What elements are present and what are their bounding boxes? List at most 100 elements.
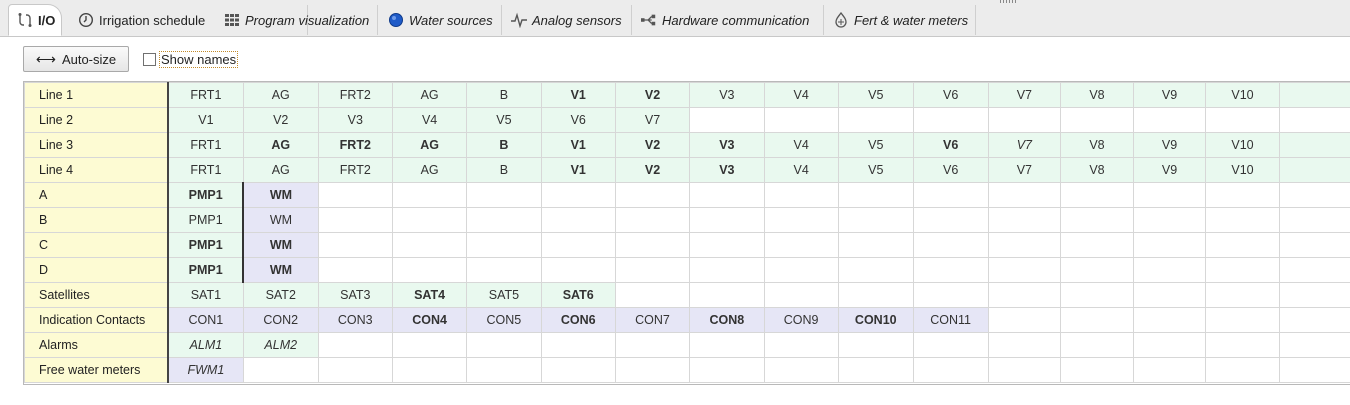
show-names-box[interactable]: [143, 52, 156, 66]
grid-cell[interactable]: V8: [1060, 157, 1134, 183]
grid-cell-empty: [540, 232, 616, 258]
grid-cell[interactable]: SAT2: [242, 282, 319, 308]
grid-cell[interactable]: CON3: [317, 307, 393, 333]
grid-cell[interactable]: V4: [391, 107, 468, 133]
grid-cell[interactable]: V8: [1060, 132, 1134, 158]
grid-cell[interactable]: V6: [912, 157, 989, 183]
grid-cell[interactable]: FRT1: [167, 82, 244, 108]
grid-cell[interactable]: V3: [689, 82, 765, 108]
grid-cell[interactable]: V4: [763, 132, 839, 158]
grid-cell[interactable]: CON11: [912, 307, 989, 333]
grid-cell[interactable]: CON8: [689, 307, 765, 333]
grid-cell[interactable]: V4: [763, 157, 839, 183]
grid-cell[interactable]: CON5: [466, 307, 542, 333]
grid-cell[interactable]: V1: [540, 82, 616, 108]
grid-cell[interactable]: ALM2: [242, 332, 319, 358]
grid-cell[interactable]: FWM1: [167, 357, 244, 383]
auto-size-button[interactable]: ⟷ Auto-size: [23, 46, 129, 72]
grid-cell[interactable]: SAT4: [391, 282, 468, 308]
grid-cell[interactable]: V10: [1205, 82, 1280, 108]
grid-cell-empty: [837, 282, 914, 308]
grid-cell[interactable]: V5: [837, 132, 914, 158]
grid-cell[interactable]: WM: [242, 257, 319, 283]
tab-label: Analog sensors: [532, 12, 622, 28]
grid-cell[interactable]: WM: [242, 207, 319, 233]
grid-cell[interactable]: WM: [242, 232, 319, 258]
tab-program-visualization[interactable]: Program visualization: [216, 5, 378, 35]
io-grid: Line 1 FRT1 AG FRT2 AG B V1 V2 V3 V4 V5 V6 V7 V8 V9 V10…: [23, 81, 1350, 385]
grid-cell[interactable]: V8: [1060, 82, 1134, 108]
grid-cell[interactable]: V2: [614, 82, 691, 108]
grid-cell[interactable]: V1: [167, 107, 244, 133]
network-icon: [641, 12, 657, 28]
grid-cell[interactable]: V10: [1205, 132, 1280, 158]
grid-cell[interactable]: V9: [1132, 132, 1207, 158]
grid-cell[interactable]: AG: [242, 132, 319, 158]
grid-cell[interactable]: ALM1: [167, 332, 244, 358]
grid-cell[interactable]: V9: [1132, 157, 1207, 183]
grid-cell[interactable]: V7: [614, 107, 691, 133]
grid-cell[interactable]: FRT2: [317, 132, 393, 158]
grid-cell[interactable]: PMP1: [167, 257, 244, 283]
grid-cell[interactable]: V5: [466, 107, 542, 133]
grid-cell[interactable]: SAT1: [167, 282, 244, 308]
grid-cell[interactable]: PMP1: [167, 182, 244, 208]
grid-cell[interactable]: V3: [689, 157, 765, 183]
tab-fert-water-meters[interactable]: Fert & water meters: [825, 5, 976, 35]
tab-i-o[interactable]: I/O: [8, 4, 62, 36]
grid-cell[interactable]: V1: [540, 157, 616, 183]
grid-cell[interactable]: B: [466, 157, 542, 183]
grid-cell-empty: [614, 182, 691, 208]
grid-cell[interactable]: V3: [689, 132, 765, 158]
grid-cell[interactable]: CON10: [837, 307, 914, 333]
grid-cell[interactable]: CON2: [242, 307, 319, 333]
grid-cell[interactable]: AG: [242, 157, 319, 183]
grid-cell[interactable]: V7: [987, 82, 1062, 108]
grid-cell[interactable]: AG: [242, 82, 319, 108]
grid-cell[interactable]: PMP1: [167, 207, 244, 233]
tab-label: Program visualization: [245, 12, 370, 28]
grid-cell[interactable]: V2: [614, 132, 691, 158]
grid-cell[interactable]: PMP1: [167, 232, 244, 258]
grid-cell[interactable]: SAT3: [317, 282, 393, 308]
grid-cell[interactable]: V1: [540, 132, 616, 158]
grid-cell[interactable]: V3: [317, 107, 393, 133]
grid-cell[interactable]: AG: [391, 157, 468, 183]
grid-cell[interactable]: WM: [242, 182, 319, 208]
grid-cell[interactable]: SAT5: [466, 282, 542, 308]
tab-analog-sensors[interactable]: Analog sensors: [503, 5, 632, 35]
grid-cell[interactable]: V2: [242, 107, 319, 133]
grid-cell[interactable]: V6: [912, 82, 989, 108]
grid-cell[interactable]: AG: [391, 82, 468, 108]
grid-cell[interactable]: FRT2: [317, 82, 393, 108]
grid-cell[interactable]: V2: [614, 157, 691, 183]
grid-cell[interactable]: V9: [1132, 82, 1207, 108]
grid-cell[interactable]: V4: [763, 82, 839, 108]
grid-cell[interactable]: FRT2: [317, 157, 393, 183]
grid-cell[interactable]: V6: [912, 132, 989, 158]
grid-cell[interactable]: CON1: [167, 307, 244, 333]
grid-cell[interactable]: V7: [987, 132, 1062, 158]
grid-cell[interactable]: V6: [540, 107, 616, 133]
grid-cell[interactable]: CON9: [763, 307, 839, 333]
show-names-checkbox[interactable]: Show names: [143, 50, 239, 68]
grid-cell[interactable]: AG: [391, 132, 468, 158]
grid-cell[interactable]: FRT1: [167, 132, 244, 158]
grid-cell[interactable]: V10: [1205, 157, 1280, 183]
grid-cell-empty: [837, 207, 914, 233]
grid-cell[interactable]: B: [466, 82, 542, 108]
grid-cell[interactable]: CON7: [614, 307, 691, 333]
grid-cell: [1278, 157, 1350, 183]
tab-hardware-communication[interactable]: Hardware communication: [633, 5, 824, 35]
resize-handle[interactable]: [1000, 0, 1016, 3]
grid-cell[interactable]: V7: [987, 157, 1062, 183]
grid-cell[interactable]: V5: [837, 82, 914, 108]
grid-cell[interactable]: FRT1: [167, 157, 244, 183]
tab-water-sources[interactable]: Water sources: [380, 5, 502, 35]
grid-cell[interactable]: CON6: [540, 307, 616, 333]
grid-cell[interactable]: SAT6: [540, 282, 616, 308]
row-header: Line 4: [24, 157, 169, 183]
grid-cell[interactable]: CON4: [391, 307, 468, 333]
grid-cell[interactable]: V5: [837, 157, 914, 183]
grid-cell[interactable]: B: [466, 132, 542, 158]
